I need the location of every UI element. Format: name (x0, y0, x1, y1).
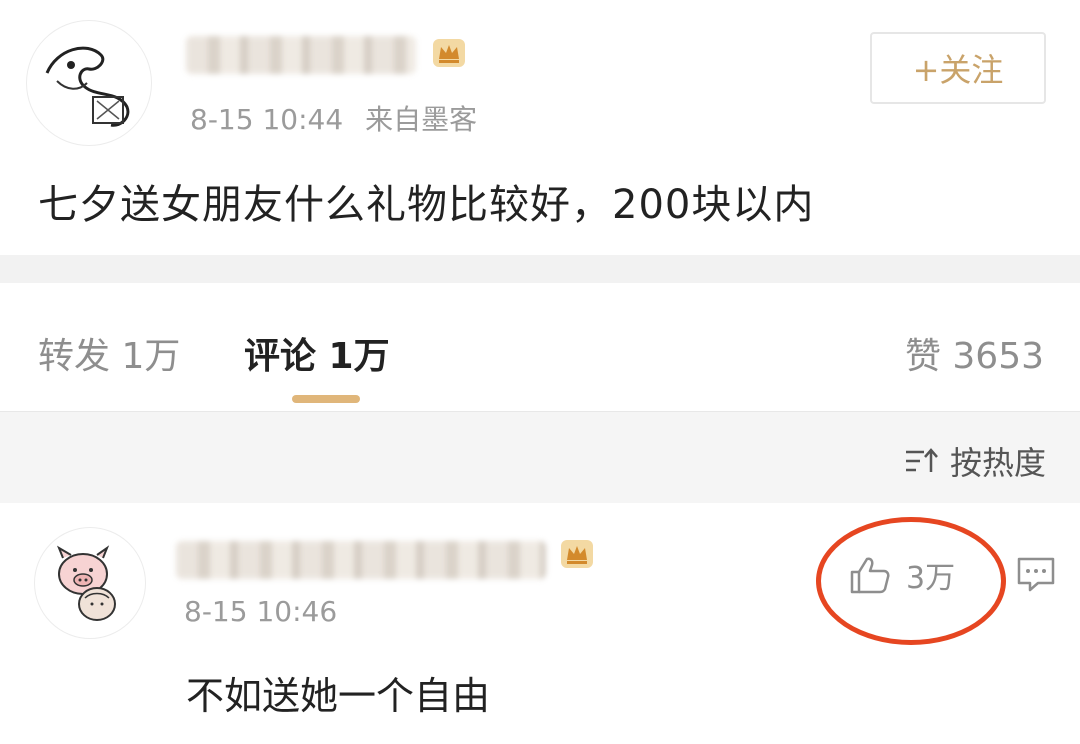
commenter-avatar[interactable] (34, 527, 146, 639)
post-meta: 8-15 10:44 来自墨客 (190, 98, 477, 138)
pig-avatar-icon (56, 545, 116, 621)
comment-text: 不如送她一个自由 (186, 674, 491, 718)
avatar-sketch-icon (45, 46, 130, 127)
commenter-username[interactable] (176, 541, 546, 579)
comment-date: 8-15 10:46 (184, 595, 338, 628)
tab-repost[interactable]: 转发 1万 (38, 327, 180, 379)
post-source: 来自墨客 (365, 103, 478, 136)
poster-username[interactable] (186, 36, 416, 74)
post-text: 七夕送女朋友什么礼物比较好，200块以内 (38, 182, 815, 228)
interaction-tabs: 转发 1万 评论 1万 赞 3653 (0, 283, 1080, 411)
vip-crown-icon (560, 539, 594, 569)
tab-comment[interactable]: 评论 1万 (244, 327, 390, 379)
sort-bar: 按热度 (0, 411, 1080, 504)
comment-like-count: 3万 (906, 561, 956, 596)
poster-avatar[interactable] (26, 20, 152, 146)
follow-button[interactable]: +关注 (870, 32, 1046, 104)
thumbs-up-icon (850, 557, 890, 594)
active-tab-indicator (292, 395, 360, 403)
tab-like[interactable]: 赞 3653 (905, 327, 1044, 379)
post-date: 8-15 10:44 (190, 103, 344, 136)
section-divider (0, 255, 1080, 283)
post-card: 8-15 10:44 来自墨客 +关注 七夕送女朋友什么礼物比较好，200块以内 (0, 0, 1080, 255)
comment-like-button[interactable]: 3万 (848, 553, 955, 597)
comment-item: 8-15 10:46 不如送她一个自由 3万 (0, 503, 1080, 744)
vip-crown-icon (432, 38, 466, 68)
sort-label: 按热度 (949, 444, 1046, 482)
sort-button[interactable]: 按热度 (904, 438, 1046, 484)
reply-comment-icon[interactable] (1016, 555, 1056, 595)
sort-icon (905, 448, 938, 472)
